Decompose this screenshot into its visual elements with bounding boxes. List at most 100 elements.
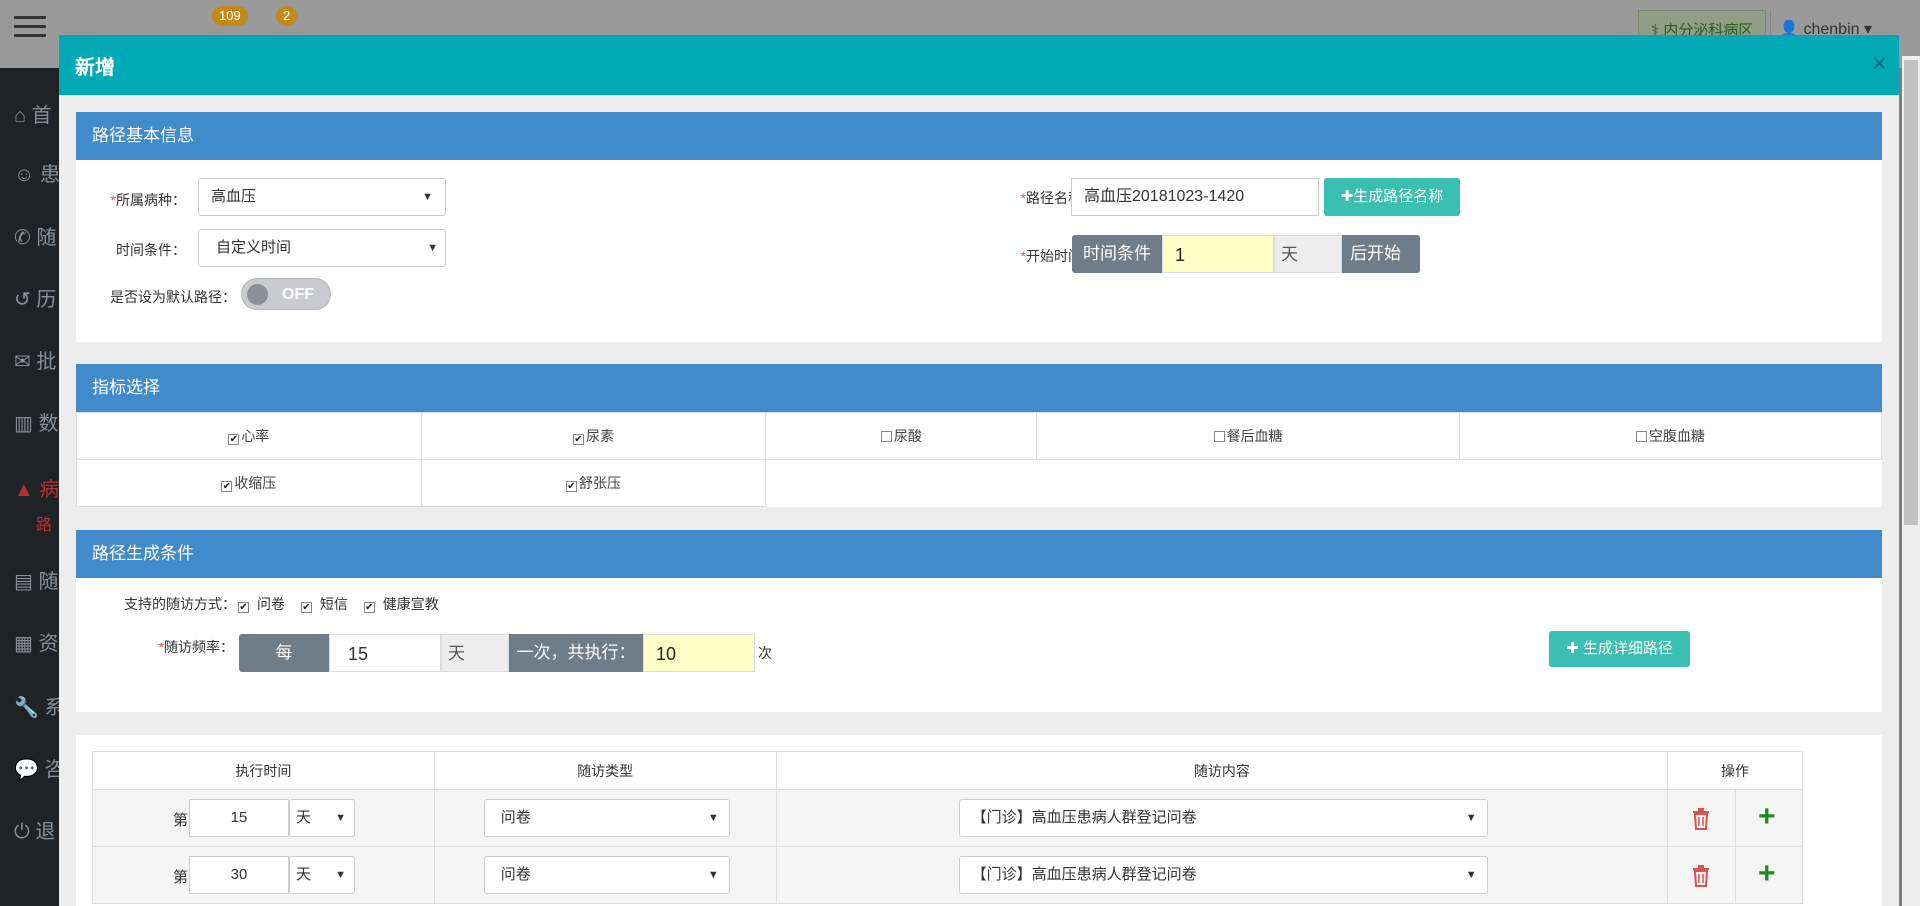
sidebar-item-label: 资 — [38, 633, 59, 655]
content-cell: 【门诊】高血压患病人群登记问卷 ▼ — [775, 846, 1669, 904]
day-input[interactable]: 15 — [189, 799, 289, 837]
plus-icon[interactable]: + — [1758, 802, 1776, 832]
sidebar-item-label: 路 — [36, 517, 53, 534]
time-cond-select-value: 自定义时间 — [216, 239, 292, 256]
indicator-fasting-glucose[interactable]: 空腹血糖 — [1458, 412, 1883, 460]
sidebar-item-system[interactable]: 🔧 系 — [14, 688, 59, 728]
detail-path-table: 执行时间 随访类型 随访内容 操作 第 15 天 ▼ 问卷 ▼ 【门诊】高血压患… — [92, 751, 1803, 904]
sidebar-item-label: 退 — [35, 821, 56, 843]
sidebar-item-followup2[interactable]: ▤ 随 — [14, 562, 59, 602]
checkbox-icon[interactable] — [1635, 431, 1647, 442]
time-cond-label: 时间条件： — [116, 242, 186, 258]
home-icon: ⌂ — [14, 105, 32, 127]
caret-down-icon: ▼ — [1465, 812, 1477, 824]
start-time-input[interactable]: 1 — [1162, 235, 1274, 273]
sidebar-item-history[interactable]: ↺ 历 — [14, 280, 59, 320]
checkbox-checked-icon[interactable]: ✔ — [228, 434, 240, 445]
history-icon: ↺ — [14, 289, 37, 311]
disease-select[interactable]: 高血压 ▼ — [198, 178, 446, 216]
default-path-toggle[interactable]: OFF — [241, 278, 331, 310]
type-select[interactable]: 问卷 ▼ — [483, 799, 730, 837]
indicators-panel: 指标选择 ✔ 心率 ✔ 尿素 尿酸 餐后血糖 空腹血糖 ✔ 收缩压 ✔ 舒张压 — [76, 364, 1883, 507]
sync-badge[interactable]: 2 — [276, 6, 298, 26]
wrench-icon: 🔧 — [14, 697, 45, 719]
bar-chart-icon: ▥ — [14, 413, 39, 435]
exec-time-cell: 第 15 天 ▼ — [92, 789, 435, 847]
sidebar-item-followup[interactable]: ✆ 随 — [14, 218, 59, 258]
power-icon: ⏻ — [14, 821, 36, 843]
indicator-systolic[interactable]: ✔ 收缩压 — [76, 459, 422, 507]
type-select[interactable]: 问卷 ▼ — [483, 856, 730, 894]
sidebar-item-patients[interactable]: ☺ 患 — [14, 155, 59, 195]
content-select[interactable]: 【门诊】高血压患病人群登记问卷 ▼ — [958, 799, 1488, 837]
delete-cell — [1667, 789, 1737, 847]
indicator-postprandial-glucose[interactable]: 餐后血糖 — [1036, 412, 1460, 460]
method-education: 健康宣教 — [382, 596, 439, 612]
indicator-urea[interactable]: ✔ 尿素 — [420, 412, 767, 460]
sidebar-item-home[interactable]: ⌂ 首 — [14, 96, 59, 136]
day-unit-select[interactable]: 天 ▼ — [289, 799, 355, 837]
day-unit-select[interactable]: 天 ▼ — [289, 856, 355, 894]
modal-title: 新增 — [75, 57, 115, 79]
generate-detail-button[interactable]: ✚ 生成详细路径 — [1549, 631, 1690, 667]
method-sms: 短信 — [319, 596, 348, 612]
type-cell: 问卷 ▼ — [433, 846, 777, 904]
disease-label-text: 所属病种： — [116, 192, 186, 208]
caret-down-icon: ▼ — [707, 812, 719, 824]
checkbox-checked-icon[interactable]: ✔ — [221, 481, 233, 492]
basic-info-panel: 路径基本信息 *所属病种： 高血压 ▼ 时间条件： 自定义时间 ▼ 是否设为默认路径… — [76, 112, 1882, 342]
sidebar-item-label: 系 — [44, 697, 59, 719]
sidebar-item-disease[interactable]: ▲ 病 — [14, 470, 59, 510]
indicator-label: 空腹血糖 — [1648, 428, 1705, 444]
disease-select-value: 高血压 — [211, 188, 257, 205]
indicator-uric-acid[interactable]: 尿酸 — [765, 412, 1038, 460]
page-scrollbar-thumb[interactable] — [1904, 60, 1918, 525]
content-select[interactable]: 【门诊】高血压患病人群登记问卷 ▼ — [958, 856, 1488, 894]
trash-icon[interactable] — [1692, 865, 1710, 887]
column-header-content: 随访内容 — [775, 751, 1669, 790]
start-time-suffix: 后开始 — [1342, 235, 1420, 273]
sidebar-item-data[interactable]: ▥ 数 — [14, 404, 59, 444]
frequency-days-input[interactable]: 15 — [329, 634, 441, 672]
day-prefix: 第 — [173, 812, 189, 829]
warning-icon: ▲ — [14, 479, 40, 501]
checkbox-checked-icon[interactable]: ✔ — [363, 602, 375, 613]
checkbox-icon[interactable] — [880, 431, 892, 442]
sidebar-item-batch[interactable]: ✉ 批 — [14, 342, 59, 382]
checkbox-icon[interactable] — [1213, 431, 1225, 442]
type-value: 问卷 — [500, 866, 531, 883]
trash-icon[interactable] — [1692, 808, 1710, 830]
path-name-input[interactable]: 高血压20181023-1420 — [1071, 178, 1319, 216]
caret-down-icon: ▼ — [427, 242, 438, 254]
frequency-times-input[interactable]: 10 — [643, 634, 755, 672]
sidebar: ⌂ 首 ☺ 患 ✆ 随 ↺ 历 ✉ 批 ▥ 数 ▲ 病 路 ▤ 随 ▦ 资 🔧 … — [0, 68, 59, 906]
checkbox-checked-icon[interactable]: ✔ — [238, 602, 249, 613]
day-input[interactable]: 30 — [189, 856, 289, 894]
menu-toggle-icon[interactable] — [14, 16, 46, 42]
checkbox-checked-icon[interactable]: ✔ — [572, 434, 584, 445]
sidebar-item-logout[interactable]: ⏻ 退 — [14, 812, 59, 852]
indicator-diastolic[interactable]: ✔ 舒张压 — [420, 459, 767, 507]
exec-time-cell: 第 30 天 ▼ — [92, 846, 435, 904]
indicators-header: 指标选择 — [76, 364, 1882, 412]
checkbox-checked-icon[interactable]: ✔ — [300, 602, 312, 613]
plus-icon[interactable]: + — [1758, 859, 1776, 889]
frequency-label: *随访频率： — [158, 639, 234, 655]
modal-body: 路径基本信息 *所属病种： 高血压 ▼ 时间条件： 自定义时间 ▼ 是否设为默认路径… — [59, 95, 1899, 906]
indicator-heart-rate[interactable]: ✔ 心率 — [76, 412, 422, 460]
sidebar-item-label: 病 — [39, 479, 59, 501]
mail-badge[interactable]: 109 — [212, 6, 248, 26]
generate-name-button[interactable]: ✚生成路径名称 — [1324, 178, 1460, 216]
table-row: 第 15 天 ▼ 问卷 ▼ 【门诊】高血压患病人群登记问卷 ▼ + — [92, 789, 1803, 847]
day-unit-value: 天 — [296, 809, 312, 826]
toggle-state-label: OFF — [282, 286, 314, 303]
phone-icon: ✆ — [14, 227, 37, 249]
close-icon[interactable]: × — [1872, 49, 1887, 77]
sidebar-item-consult[interactable]: 💬 咨 — [14, 750, 59, 790]
time-cond-select[interactable]: 自定义时间 ▼ — [198, 229, 446, 267]
day-prefix: 第 — [173, 869, 189, 886]
add-cell: + — [1735, 846, 1803, 904]
sidebar-item-resources[interactable]: ▦ 资 — [14, 624, 59, 664]
sidebar-item-label: 数 — [38, 413, 59, 435]
checkbox-checked-icon[interactable]: ✔ — [565, 481, 577, 492]
